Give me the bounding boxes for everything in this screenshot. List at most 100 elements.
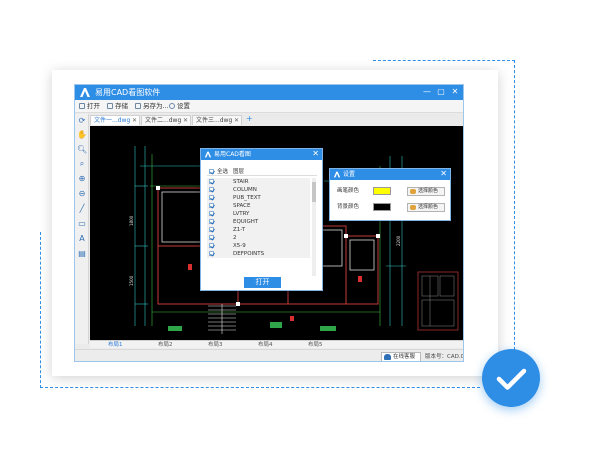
- tab-file-2[interactable]: 文件二...dwg ✕: [141, 115, 191, 125]
- layer-row[interactable]: X5-9: [207, 242, 310, 250]
- svg-text:1500: 1500: [129, 275, 134, 286]
- layer-column-header: 图层: [233, 169, 245, 175]
- tab-label: 文件二...dwg: [145, 117, 182, 124]
- layer-row[interactable]: EQUIGHT: [207, 218, 310, 226]
- save-as-icon: [135, 102, 141, 109]
- tab-close-icon[interactable]: ✕: [183, 116, 188, 126]
- tool-strip: ⟳ ✋ 🔍︎ ⌕ ⊕ ⊖ ╱ ▭ A ▤: [75, 114, 89, 344]
- layer-dialog-title: 易用CAD看图: [214, 151, 251, 158]
- online-service-button[interactable]: 在线客服: [381, 352, 421, 361]
- layer-checkbox[interactable]: [209, 219, 214, 224]
- layer-checkbox[interactable]: [209, 227, 214, 232]
- pan-icon[interactable]: ✋: [77, 130, 87, 140]
- layer-checkbox[interactable]: [209, 187, 214, 192]
- layer-row[interactable]: STAIR: [207, 178, 310, 186]
- headset-icon: [384, 354, 391, 360]
- layout-tab-5[interactable]: 布局5: [308, 341, 323, 349]
- select-all-checkbox[interactable]: [209, 169, 214, 174]
- check-badge: [482, 349, 540, 407]
- layer-name: LVTRY: [233, 211, 250, 217]
- app-logo-icon: [333, 171, 341, 178]
- line-icon[interactable]: ╱: [77, 204, 87, 214]
- tab-file-3[interactable]: 文件三...dwg ✕: [192, 115, 242, 125]
- layout-tab-1[interactable]: 布局1: [108, 341, 123, 349]
- layer-row[interactable]: LVTRY: [207, 210, 310, 218]
- pen-color-swatch[interactable]: [373, 187, 391, 195]
- background-pick-color-button[interactable]: 选择颜色: [407, 203, 445, 212]
- zoom-window-icon[interactable]: ⌕: [77, 159, 87, 169]
- svg-text:2200: 2200: [396, 235, 401, 246]
- layer-checkbox[interactable]: [209, 203, 214, 208]
- open-icon: [79, 102, 85, 109]
- close-icon[interactable]: ✕: [440, 169, 447, 179]
- pen-color-row: 画笔颜色: [337, 186, 391, 196]
- scrollbar-thumb[interactable]: [312, 182, 316, 202]
- measure-icon[interactable]: ▭: [77, 219, 87, 229]
- maximize-button[interactable]: ▢: [436, 86, 446, 98]
- open-file-button[interactable]: 打开: [79, 101, 100, 112]
- layer-name: Z1-T: [233, 227, 246, 233]
- select-all-label: 全选: [217, 169, 229, 175]
- decorative-dashed-line: [514, 60, 515, 360]
- tab-file-1[interactable]: 文件一...dwg ✕: [90, 115, 140, 125]
- decorative-dashed-line: [40, 232, 41, 388]
- zoom-out-icon[interactable]: ⊖: [77, 189, 87, 199]
- settings-dialog: 设置 ✕ 画笔颜色 选择颜色 背景颜色 选择颜色: [329, 168, 451, 221]
- text-icon[interactable]: A: [77, 234, 87, 244]
- close-icon[interactable]: ✕: [312, 149, 319, 159]
- layout-tab-bar: 布局1 布局2 布局3 布局4 布局5: [90, 340, 463, 348]
- layer-checkbox[interactable]: [209, 251, 214, 256]
- close-button[interactable]: ✕: [450, 86, 460, 98]
- tab-close-icon[interactable]: ✕: [234, 116, 239, 126]
- layer-checkbox[interactable]: [209, 179, 214, 184]
- layer-row[interactable]: PUB_TEXT: [207, 194, 310, 202]
- layer-row[interactable]: COLUMN: [207, 186, 310, 194]
- tab-label: 文件三...dwg: [196, 117, 233, 124]
- background-color-label: 背景颜色: [337, 204, 360, 210]
- layer-icon[interactable]: ▤: [77, 249, 87, 259]
- save-button[interactable]: 存储: [107, 101, 128, 112]
- settings-dialog-title: 设置: [343, 171, 356, 178]
- layer-list-scrollbar[interactable]: [312, 178, 316, 276]
- minimize-button[interactable]: —: [422, 86, 432, 98]
- open-button[interactable]: 打开: [244, 277, 281, 288]
- refresh-icon[interactable]: ⟳: [77, 116, 87, 126]
- layer-checkbox[interactable]: [209, 211, 214, 216]
- layout-tab-2[interactable]: 布局2: [158, 341, 173, 349]
- palette-icon: [410, 189, 416, 194]
- layout-tab-3[interactable]: 布局3: [208, 341, 223, 349]
- tab-close-icon[interactable]: ✕: [132, 116, 137, 126]
- layout-tab-4[interactable]: 布局4: [258, 341, 273, 349]
- version-label: 版本号：CAD.0.0.1: [425, 354, 464, 360]
- layer-list-header: 全选 图层: [207, 168, 317, 176]
- checkmark-icon: [496, 368, 527, 390]
- zoom-in-icon[interactable]: ⊕: [77, 174, 87, 184]
- layer-name: X5-9: [233, 243, 246, 249]
- layer-checkbox[interactable]: [209, 235, 214, 240]
- add-tab-icon[interactable]: +: [246, 114, 253, 124]
- pen-color-label: 画笔颜色: [337, 188, 360, 194]
- settings-button[interactable]: 设置: [169, 101, 190, 112]
- pick-color-label: 选择颜色: [418, 188, 439, 194]
- save-as-label: 另存为...: [143, 102, 169, 110]
- background-color-swatch[interactable]: [373, 203, 391, 211]
- settings-label: 设置: [177, 102, 190, 110]
- layer-dialog: 易用CAD看图 ✕ 全选 图层 STAIR COLUMN PUB_TEXT SP…: [200, 148, 323, 291]
- layer-checkbox[interactable]: [209, 195, 214, 200]
- layer-name: COLUMN: [233, 187, 257, 193]
- layer-row[interactable]: Z1-T: [207, 226, 310, 234]
- layer-row[interactable]: 2: [207, 234, 310, 242]
- save-as-button[interactable]: 另存为...: [135, 101, 169, 112]
- layer-row[interactable]: DEFPOINTS: [207, 250, 310, 258]
- layer-name: EQUIGHT: [233, 219, 259, 225]
- pen-pick-color-button[interactable]: 选择颜色: [407, 187, 445, 196]
- svg-text:1800: 1800: [129, 215, 134, 226]
- layer-name: 2: [233, 235, 237, 241]
- layer-row[interactable]: SPACE: [207, 202, 310, 210]
- zoom-icon[interactable]: 🔍︎: [77, 145, 87, 155]
- save-label: 存储: [115, 102, 128, 110]
- settings-dialog-header: 设置 ✕: [330, 169, 450, 180]
- layer-checkbox[interactable]: [209, 243, 214, 248]
- screenshot-stage: 易用CAD看图软件 — ▢ ✕ 打开 存储 另存为... 设置 ⟳ ✋ 🔍︎ ⌕…: [0, 0, 600, 450]
- layer-name: PUB_TEXT: [233, 195, 261, 201]
